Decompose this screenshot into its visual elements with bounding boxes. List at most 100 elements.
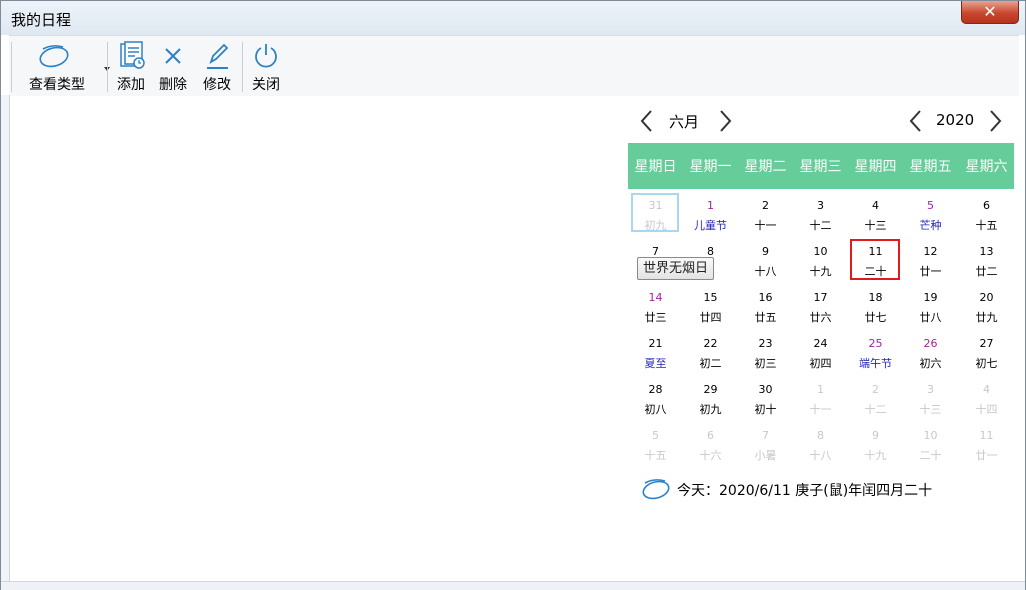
lunar-date: 廿五	[754, 311, 777, 324]
x-delete-icon	[165, 48, 181, 64]
calendar-panel: 六月 2020 星期日 星期一 星期二 星期三 星期四 星期五 星期六 3 1 初九…	[628, 96, 1014, 581]
add-label: 添加	[117, 77, 145, 93]
lunar-date: 十二	[864, 403, 887, 416]
day-cell[interactable]: 3 十三	[903, 377, 958, 423]
day-cell[interactable]: 11 廿一	[959, 423, 1014, 469]
day-cell[interactable]: 9 十八	[738, 239, 793, 285]
day-cell[interactable]: 6 十五	[959, 193, 1014, 239]
delete-button[interactable]: 删除	[153, 38, 193, 94]
day-cell[interactable]: 18 廿七	[848, 285, 903, 331]
day-number: 5	[652, 429, 659, 442]
day-cell[interactable]: 5 芒种	[903, 193, 958, 239]
next-year-icon[interactable]	[984, 108, 1006, 134]
day-number: 5	[927, 199, 934, 212]
day-cell[interactable]: 30 初十	[738, 377, 793, 423]
day-cell[interactable]: 12 廿一	[903, 239, 958, 285]
close-window-button[interactable]: ✕	[961, 1, 1019, 24]
lunar-date: 十九	[809, 265, 832, 278]
day-cell[interactable]: 16 廿五	[738, 285, 793, 331]
close-icon: ✕	[983, 2, 997, 21]
prev-year-icon[interactable]	[905, 108, 927, 134]
day-cell[interactable]: 2 十一	[738, 193, 793, 239]
toolbar: 查看类型 添加 删除 修改 关闭	[9, 35, 1019, 96]
lunar-date: 二十	[919, 449, 942, 462]
day-number: 29	[703, 383, 718, 396]
lunar-date: 十一	[809, 403, 832, 416]
day-cell[interactable]: 1 十一	[793, 377, 848, 423]
lunar-date: 廿一	[919, 265, 942, 278]
day-cell[interactable]: 9 十九	[848, 423, 903, 469]
day-cell[interactable]: 23 初三	[738, 331, 793, 377]
day-cell[interactable]: 10 二十	[903, 423, 958, 469]
weekday-sat: 星期六	[965, 159, 1008, 175]
lunar-date: 十八	[809, 449, 832, 462]
prev-month-icon[interactable]	[636, 108, 658, 134]
day-cell[interactable]: 1 儿童节	[683, 193, 738, 239]
view-type-label: 查看类型	[29, 77, 85, 93]
lunar-date: 十四	[975, 403, 998, 416]
day-number: 19	[923, 291, 938, 304]
toolbar-separator	[107, 42, 108, 92]
lunar-date: 初九	[699, 403, 722, 416]
day-number: 28	[648, 383, 663, 396]
day-cell[interactable]: 8 十八	[793, 423, 848, 469]
day-cell[interactable]: 14 廿三	[628, 285, 683, 331]
day-cell[interactable]: 29 初九	[683, 377, 738, 423]
day-cell[interactable]: 5 十五	[628, 423, 683, 469]
lunar-date: 廿四	[699, 311, 722, 324]
day-cell[interactable]: 3 十二	[793, 193, 848, 239]
add-button[interactable]: 添加	[111, 38, 151, 94]
day-cell[interactable]: 22 初二	[683, 331, 738, 377]
day-number: 9	[762, 245, 769, 258]
lunar-date: 初八	[644, 403, 667, 416]
lunar-date: 初三	[754, 357, 777, 370]
day-cell[interactable]: 7 小暑	[738, 423, 793, 469]
day-cell[interactable]: 25 端午节	[848, 331, 903, 377]
edit-button[interactable]: 修改	[197, 38, 237, 94]
day-number: 25	[868, 337, 883, 350]
day-cell[interactable]: 17 廿六	[793, 285, 848, 331]
day-cell[interactable]: 13 廿二	[959, 239, 1014, 285]
day-cell[interactable]: 21 夏至	[628, 331, 683, 377]
today-highlight	[850, 239, 900, 280]
day-cell[interactable]: 27 初七	[959, 331, 1014, 377]
day-cell[interactable]: 15 廿四	[683, 285, 738, 331]
day-cell[interactable]: 4 十四	[959, 377, 1014, 423]
day-cell[interactable]: 6 十六	[683, 423, 738, 469]
lunar-date: 初七	[975, 357, 998, 370]
lunar-date: 十三	[864, 219, 887, 232]
day-cell[interactable]: 24 初四	[793, 331, 848, 377]
lunar-date: 廿八	[919, 311, 942, 324]
day-cell[interactable]: 19 廿八	[903, 285, 958, 331]
festival-tooltip: 世界无烟日	[637, 257, 715, 280]
toolbar-separator	[11, 42, 12, 92]
lunar-date: 十三	[919, 403, 942, 416]
delete-label: 删除	[159, 77, 187, 93]
day-number: 20	[979, 291, 994, 304]
next-month-icon[interactable]	[714, 108, 736, 134]
day-cell[interactable]: 10 十九	[793, 239, 848, 285]
pencil-icon	[207, 43, 229, 69]
day-cell[interactable]: 20 廿九	[959, 285, 1014, 331]
toolbar-separator	[242, 42, 243, 92]
lunar-date: 廿九	[975, 311, 998, 324]
today-info[interactable]: 今天：2020/6/11 庚子(鼠)年闰四月二十	[677, 480, 932, 500]
weekday-thu: 星期四	[854, 159, 897, 175]
day-number: 12	[923, 245, 938, 258]
day-cell[interactable]: 26 初六	[903, 331, 958, 377]
close-button[interactable]: 关闭	[246, 38, 286, 94]
lunar-date: 初二	[699, 357, 722, 370]
day-cell[interactable]: 4 十三	[848, 193, 903, 239]
lunar-date: 初六	[919, 357, 942, 370]
status-edge	[1, 581, 1025, 590]
day-cell[interactable]: 2 十二	[848, 377, 903, 423]
lunar-date: 廿三	[644, 311, 667, 324]
view-type-button[interactable]: 查看类型	[19, 38, 110, 94]
day-number: 4	[983, 383, 990, 396]
lunar-date: 十九	[864, 449, 887, 462]
day-number: 3	[927, 383, 934, 396]
day-cell[interactable]: 28 初八	[628, 377, 683, 423]
weekday-wed: 星期三	[799, 159, 842, 175]
day-number: 23	[758, 337, 773, 350]
left-border	[1, 95, 10, 581]
